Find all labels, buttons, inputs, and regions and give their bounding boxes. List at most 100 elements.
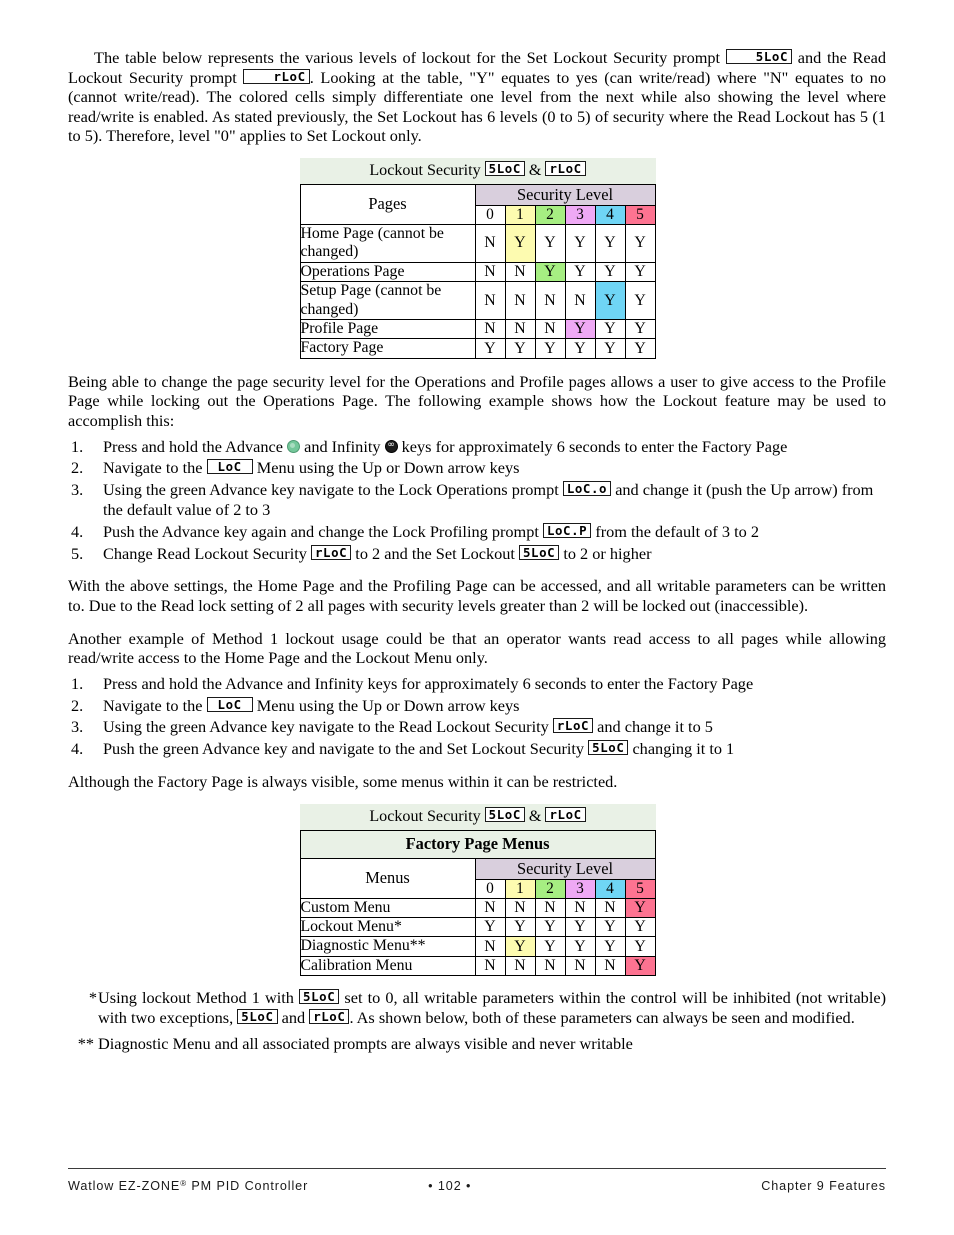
step-5-part-3: to 2 or higher xyxy=(559,543,652,563)
page-content: The table below represents the various l… xyxy=(68,48,886,1061)
table2-row-0-val-5: Y xyxy=(624,897,656,918)
table1-row-2-val-3: N xyxy=(564,281,596,320)
mid-paragraph: Being able to change the page security l… xyxy=(68,371,886,430)
step-4: Push the Advance key again and change th… xyxy=(68,522,886,542)
table2-level-0: 0 xyxy=(474,878,506,899)
table2-row-2-label: Diagnostic Menu** xyxy=(299,936,476,957)
table2-row-3-val-4: N xyxy=(594,955,626,977)
lock-operations-prompt-glyph: LoC.o xyxy=(562,481,612,497)
table1-row-4-val-5: Y xyxy=(624,338,656,359)
table1-row-4-val-0: Y xyxy=(474,338,506,359)
step-4-part-1: Push the Advance key again and change th… xyxy=(103,521,543,541)
table2-row-1-val-2: Y xyxy=(534,916,566,938)
table1-row-3-val-3: Y xyxy=(564,318,596,340)
set-lockout-prompt-glyph-step5: 5LoC xyxy=(519,544,560,560)
footer-page-number: • 102 • xyxy=(428,1179,472,1193)
table2-row-3-val-1: N xyxy=(504,955,536,977)
set-lockout-prompt-glyph: 5LoC xyxy=(725,49,793,64)
footer-divider xyxy=(68,1168,886,1169)
footnote-1-part-4: . As shown below, both of these paramete… xyxy=(349,1007,855,1027)
table1-title-cell: Lockout Security 5LoC & rLoC xyxy=(299,157,656,185)
table2-row-3-label: Calibration Menu xyxy=(299,955,476,977)
table1-row-2-val-5: Y xyxy=(624,281,656,320)
m2-step-2-part-2: Menu using the Up or Down arrow keys xyxy=(252,695,520,715)
second-example-paragraph: Another example of Method 1 lockout usag… xyxy=(68,628,886,668)
table2-row-0-val-4: N xyxy=(594,897,626,918)
table1-row-2-val-4: Y xyxy=(594,281,626,320)
table2-set-lockout-glyph: 5LoC xyxy=(484,806,525,822)
table1-row-4-val-2: Y xyxy=(534,338,566,359)
table-row: Diagnostic Menu** N Y Y Y Y Y xyxy=(299,936,656,957)
footer-chapter-name: Chapter 9 Features xyxy=(761,1179,886,1193)
table1-row-2-val-0: N xyxy=(474,281,506,320)
table2-row-2-val-3: Y xyxy=(564,936,596,957)
table2-menus-header: Menus xyxy=(299,857,476,899)
table1-level-1: 1 xyxy=(504,204,536,225)
m2-step-3: Using the green Advance key navigate to … xyxy=(68,717,886,737)
table2-level-1: 1 xyxy=(504,878,536,899)
table1-row-3-val-0: N xyxy=(474,318,506,340)
table1-row-1-val-5: Y xyxy=(624,261,656,283)
table-row: Profile Page N N N Y Y Y xyxy=(299,318,656,340)
footnote-2-text: Diagnostic Menu and all associated promp… xyxy=(98,1034,633,1054)
table2-row-0-label: Custom Menu xyxy=(299,897,476,918)
lockout-menu-prompt-glyph-2: LoC xyxy=(206,696,253,712)
table2-title-prefix: Lockout Security xyxy=(369,807,485,825)
registered-trademark-icon: ® xyxy=(180,1179,187,1188)
table-row: Home Page (cannot be changed) N Y Y Y Y … xyxy=(299,223,656,263)
table2-row-2-val-1: Y xyxy=(504,936,536,957)
table1-title-amp: & xyxy=(524,161,546,179)
table1-row-0-label: Home Page (cannot be changed) xyxy=(299,223,476,263)
table2-level-3: 3 xyxy=(564,878,596,899)
intro-part-1: The table below represents the various l… xyxy=(94,48,726,67)
table1-title-prefix: Lockout Security xyxy=(369,161,485,179)
footnotes-block: * Using lockout Method 1 with 5LoC set to… xyxy=(68,988,886,1054)
table2-row-2-val-4: Y xyxy=(594,936,626,957)
table1-level-2: 2 xyxy=(534,204,566,225)
table-row: Custom Menu N N N N N Y xyxy=(299,897,656,918)
table1-header-row: Pages Security Level xyxy=(299,183,656,225)
table2-row-0-val-3: N xyxy=(564,897,596,918)
step-2: Navigate to the LoC Menu using the Up or… xyxy=(68,458,886,478)
table1-row-2-val-2: N xyxy=(534,281,566,320)
table1-set-lockout-glyph: 5LoC xyxy=(484,160,525,176)
read-lockout-prompt-glyph-step5: rLoC xyxy=(310,544,352,560)
table1-row-1-val-4: Y xyxy=(594,261,626,283)
table1-row-3-val-4: Y xyxy=(594,318,626,340)
table1-row-2-val-1: N xyxy=(504,281,536,320)
footer-left-pre: Watlow EZ-ZONE xyxy=(68,1179,181,1193)
step-5-part-1: Change Read Lockout Security xyxy=(103,543,311,563)
table1-row-3-val-1: N xyxy=(504,318,536,340)
table2-title-row: Lockout Security 5LoC & rLoC xyxy=(299,803,656,831)
table2-row-3-val-5: Y xyxy=(624,955,656,977)
table1-row-4-label: Factory Page xyxy=(299,338,476,359)
table1-level-0: 0 xyxy=(474,204,506,225)
m2-step-2: Navigate to the LoC Menu using the Up or… xyxy=(68,696,886,716)
table1-row-2-label: Setup Page (cannot be changed) xyxy=(299,281,476,320)
step-3: Using the green Advance key navigate to … xyxy=(68,480,886,520)
table2-row-3-val-0: N xyxy=(474,955,506,977)
factory-page-menus-table-wrapper: Lockout Security 5LoC & rLoC Factory Pag… xyxy=(299,803,656,977)
table2-title-amp: & xyxy=(524,807,546,825)
table1-row-1-val-1: N xyxy=(504,261,536,283)
table1-level-5: 5 xyxy=(624,204,656,225)
table1-pages-header: Pages xyxy=(299,183,476,225)
table1-row-3-label: Profile Page xyxy=(299,318,476,340)
table-row: Calibration Menu N N N N N Y xyxy=(299,955,656,977)
table1-row-1-label: Operations Page xyxy=(299,261,476,283)
footnote-double-asterisk: ** Diagnostic Menu and all associated pro… xyxy=(68,1034,886,1054)
footer-left-post: PM PID Controller xyxy=(186,1179,309,1193)
table2-row-2-val-0: N xyxy=(474,936,506,957)
lockout-security-pages-table-wrapper: Lockout Security 5LoC & rLoC Pages Secur… xyxy=(299,157,656,359)
table2-security-level-header: Security Level xyxy=(474,857,656,880)
lockout-security-pages-table: Lockout Security 5LoC & rLoC Pages Secur… xyxy=(299,157,656,359)
table2-row-2-val-5: Y xyxy=(624,936,656,957)
m2-step-2-part-1: Navigate to the xyxy=(103,695,207,715)
table2-read-lockout-glyph: rLoC xyxy=(545,806,586,822)
table2-subtitle-row: Factory Page Menus xyxy=(299,829,656,859)
table2-row-1-val-0: Y xyxy=(474,916,506,938)
set-lockout-prompt-glyph-m2: 5LoC xyxy=(588,740,629,756)
step-2-part-1: Navigate to the xyxy=(103,458,207,478)
lock-profiling-prompt-glyph: LoC.P xyxy=(542,522,592,538)
footnote-set-lockout-glyph-1: 5LoC xyxy=(299,989,340,1005)
